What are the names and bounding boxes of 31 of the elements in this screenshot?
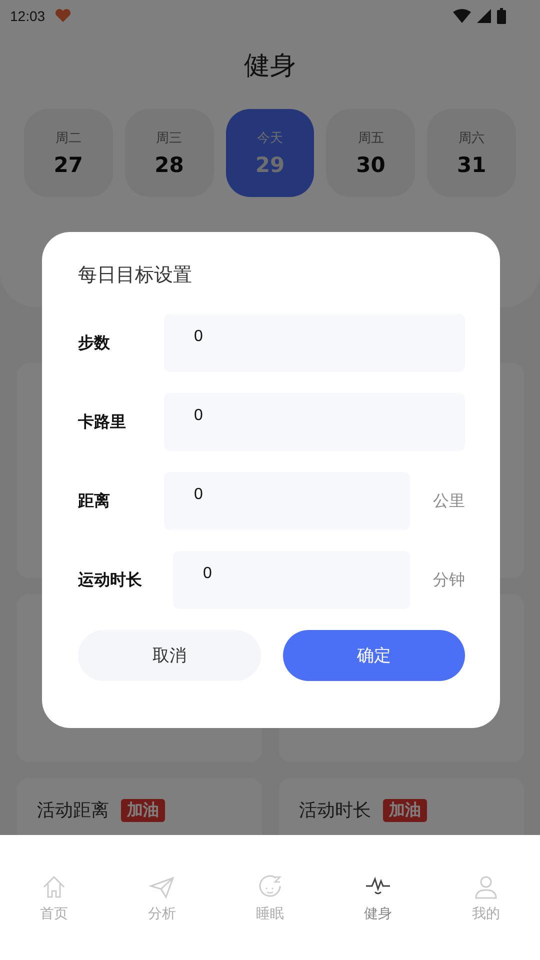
- input-field[interactable]: 0: [164, 472, 410, 530]
- field-label: 运动时长: [78, 570, 143, 590]
- card-title: 活动距离: [37, 799, 109, 822]
- tab-item[interactable]: 分析: [108, 873, 216, 923]
- cancel-button[interactable]: 取消: [78, 630, 260, 681]
- unit-label: 分钟: [432, 570, 465, 590]
- unit-label: 公里: [432, 490, 465, 512]
- field-label: 距离: [78, 490, 111, 512]
- day-tab[interactable]: 周三 28: [124, 109, 214, 197]
- status-time: 12:03: [10, 8, 46, 24]
- field-label: 卡路里: [78, 412, 127, 432]
- field-label: 步数: [78, 332, 111, 354]
- signal-icon: [477, 9, 491, 23]
- tab-item[interactable]: 健身: [324, 873, 432, 923]
- input-field[interactable]: 0: [164, 393, 465, 451]
- day-tab[interactable]: 周五 30: [326, 109, 416, 197]
- cheer-tag: 加油: [383, 798, 427, 822]
- wifi-icon: [453, 9, 471, 23]
- day-tab[interactable]: 周二 27: [24, 109, 113, 197]
- page-title: 健身: [243, 50, 297, 83]
- battery-icon: [497, 8, 506, 24]
- dialog-title: 每日目标设置: [78, 263, 193, 288]
- card-title: 活动时长: [299, 799, 371, 822]
- cheer-tag: 加油: [121, 798, 165, 822]
- confirm-button[interactable]: 确定: [282, 630, 465, 681]
- tab-item[interactable]: 睡眠: [216, 873, 324, 923]
- input-field[interactable]: 0: [164, 314, 465, 372]
- tab-item[interactable]: 首页: [0, 873, 108, 923]
- day-tab[interactable]: 周六 31: [427, 109, 516, 197]
- tab-item[interactable]: 我的: [432, 873, 540, 923]
- input-field[interactable]: 0: [173, 551, 410, 609]
